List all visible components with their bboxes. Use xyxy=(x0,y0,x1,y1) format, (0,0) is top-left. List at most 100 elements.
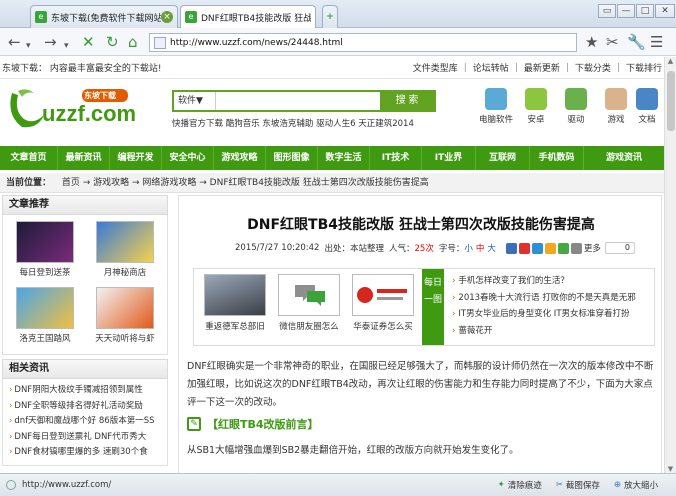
tab-title: 东坡下载(免费软件下载网站 xyxy=(51,13,161,24)
category-pc-software[interactable]: 电脑软件 xyxy=(476,88,516,125)
nav-it-tech[interactable]: IT技术 xyxy=(370,146,422,170)
vertical-scrollbar[interactable]: ▲ ▼ xyxy=(664,57,676,473)
screenshot-button[interactable]: 截图保存 xyxy=(566,479,600,491)
font-medium-link[interactable]: 中 xyxy=(476,242,485,254)
site-top-strip: 东坡下载： 内容最丰富最安全的下载站! 文件类型库 | 论坛转帖 | 最新更新 … xyxy=(0,57,664,79)
list-item[interactable]: › DNF阴阳大极纹手镯减招领到属性 xyxy=(9,383,161,399)
recommend-thumb[interactable]: 月神秘商店 xyxy=(95,221,155,278)
featured-item[interactable]: 重返德军总部旧 xyxy=(202,274,268,332)
breadcrumb-path[interactable]: 首页 → 游戏攻略 → 网络游戏攻略 → DNF红眼TB4技能改版 狂战士第四次… xyxy=(62,178,429,188)
toplink-category[interactable]: 下载分类 xyxy=(575,61,611,74)
nav-graphics[interactable]: 图形图像 xyxy=(266,146,318,170)
nav-article-home[interactable]: 文章首页 xyxy=(0,146,58,170)
status-bar: http://www.uzzf.com/ ✦ 清除痕迹 ✂ 截图保存 ⊕ 放大缩… xyxy=(0,473,676,496)
search-button[interactable]: 搜 索 xyxy=(380,92,434,110)
font-large-link[interactable]: 大 xyxy=(487,242,496,254)
scroll-down-icon[interactable]: ▼ xyxy=(665,465,676,473)
forward-arrow-icon[interactable]: → xyxy=(44,33,57,51)
restore-icon[interactable]: ▭ xyxy=(598,4,616,18)
close-tab-icon[interactable]: × xyxy=(161,11,173,23)
zoom-button[interactable]: 放大缩小 xyxy=(624,479,658,491)
share-more-icon[interactable] xyxy=(570,242,582,254)
menu-icon[interactable]: ☰ xyxy=(650,33,663,51)
nav-digital-life[interactable]: 数字生活 xyxy=(318,146,370,170)
article-title: DNF红眼TB4技能改版 狂战士第四次改版技能伤害提高 xyxy=(247,217,595,233)
font-small-link[interactable]: 小 xyxy=(464,242,473,254)
search-category-select[interactable]: 软件▼ xyxy=(174,92,216,110)
scissors-icon[interactable]: ✂ xyxy=(606,33,619,51)
screenshot-icon: ✂ xyxy=(555,480,563,490)
share-tweibo-icon[interactable] xyxy=(531,242,543,254)
share-wechat-icon[interactable] xyxy=(557,242,569,254)
hot-search-links[interactable]: 快播官方下载 酷狗音乐 东坡浩克辅助 驱动人生6 天正建筑2014 xyxy=(172,117,414,129)
nav-internet[interactable]: 互联网 xyxy=(476,146,530,170)
recommend-thumb[interactable]: 天天动听将与虾 xyxy=(95,287,155,344)
daily-list: › 手机怎样改变了我们的生活？ › 2013春晚十大流行语 打败你的不是天真是无邪 … xyxy=(452,273,636,339)
clear-traces-button[interactable]: 清除痕迹 xyxy=(508,479,542,491)
toplink-latest[interactable]: 最新更新 xyxy=(524,61,560,74)
site-favicon-icon: e xyxy=(35,11,47,23)
nav-game-guides[interactable]: 游戏攻略 xyxy=(214,146,266,170)
featured-item[interactable]: 微信朋友圈怎么 xyxy=(276,274,342,332)
share-qzone-icon[interactable] xyxy=(505,242,517,254)
nav-latest-news[interactable]: 最新资讯 xyxy=(58,146,110,170)
minimize-icon[interactable]: — xyxy=(617,4,635,18)
search-input[interactable] xyxy=(216,92,380,110)
maximize-icon[interactable]: □ xyxy=(636,4,654,18)
nav-game-news[interactable]: 游戏资讯 xyxy=(584,146,664,170)
share-weibo-icon[interactable] xyxy=(518,242,530,254)
recommend-thumb[interactable]: 每日登到送茶 xyxy=(15,221,75,278)
list-item[interactable]: › DNF全职等级排名得好礼活动奖励 xyxy=(9,399,161,415)
wrench-icon[interactable]: 🔧 xyxy=(627,33,646,51)
back-arrow-icon[interactable]: ← xyxy=(8,33,21,51)
article-date: 2015/7/27 10:20:42 xyxy=(235,243,320,253)
category-drivers[interactable]: 驱动 xyxy=(556,88,596,125)
forward-dropdown-icon[interactable]: ▾ xyxy=(64,37,69,55)
thumb-image xyxy=(96,221,154,263)
nav-programming[interactable]: 编程开发 xyxy=(110,146,162,170)
close-window-icon[interactable]: ✕ xyxy=(655,4,675,18)
toplink-forum[interactable]: 论坛转帖 xyxy=(473,61,509,74)
refresh-icon[interactable]: ↻ xyxy=(106,33,119,51)
site-logo[interactable]: uzzf.com 东坡下载 xyxy=(4,85,164,133)
list-item[interactable]: › DNF食材镐哪里爆的多 速刷30个食 xyxy=(9,445,161,461)
category-android[interactable]: 安卓 xyxy=(516,88,556,125)
list-item[interactable]: › 2013春晚十大流行语 打败你的不是天真是无邪 xyxy=(452,290,636,307)
list-item[interactable]: › 蔷薇花开 xyxy=(452,323,636,340)
share-more-link[interactable]: 更多 xyxy=(584,242,601,254)
like-count[interactable]: 0 xyxy=(604,242,635,254)
globe-icon xyxy=(6,480,16,490)
category-docs[interactable]: 文档 xyxy=(632,88,662,125)
broom-icon: ✦ xyxy=(497,480,505,490)
home-icon[interactable]: ⌂ xyxy=(128,33,138,51)
favorite-star-icon[interactable]: ★ xyxy=(585,33,598,51)
nav-it-industry[interactable]: IT业界 xyxy=(422,146,476,170)
list-item[interactable]: › DNF每日登到送票礼 DNF代币秀大 xyxy=(9,430,161,446)
tab-dongpo-home[interactable]: e 东坡下载(免费软件下载网站 × xyxy=(30,5,178,28)
related-header: 相关资讯 xyxy=(2,359,168,379)
recommend-thumb[interactable]: 洛克王国踏风 xyxy=(15,287,75,344)
back-dropdown-icon[interactable]: ▾ xyxy=(26,37,31,55)
nav-security[interactable]: 安全中心 xyxy=(162,146,214,170)
category-games[interactable]: 游戏 xyxy=(596,88,636,125)
scroll-thumb[interactable] xyxy=(667,71,675,131)
list-item[interactable]: › dnf天御和魔战哪个好 86版本第一SS xyxy=(9,414,161,430)
featured-item[interactable]: 华泰证券怎么买 xyxy=(350,274,416,332)
toplink-filetype[interactable]: 文件类型库 xyxy=(413,61,458,74)
list-item[interactable]: › IT男女毕业后的身型变化 IT男女标准穿着打扮 xyxy=(452,306,636,323)
tab-current-article[interactable]: e DNF红眼TB4技能改版 狂战士 xyxy=(180,5,316,28)
nav-mobile[interactable]: 手机数码 xyxy=(530,146,584,170)
sidebar: 文章推荐 每日登到送茶 月神秘商店 洛克王国踏风 天天动听将与虾 相关资讯 › D… xyxy=(2,195,168,473)
computer-icon xyxy=(485,88,507,110)
search-box: 软件▼ 搜 索 xyxy=(172,90,436,112)
address-bar[interactable]: http://www.uzzf.com/news/24448.html xyxy=(149,33,577,52)
scroll-up-icon[interactable]: ▲ xyxy=(665,57,676,65)
new-tab-button[interactable]: + xyxy=(322,5,338,28)
android-icon xyxy=(525,88,547,110)
thumb-image xyxy=(16,287,74,329)
share-renren-icon[interactable] xyxy=(544,242,556,254)
list-item[interactable]: › 手机怎样改变了我们的生活？ xyxy=(452,273,636,290)
toplink-ranking[interactable]: 下载排行 xyxy=(626,61,662,74)
stop-icon[interactable]: ✕ xyxy=(82,33,95,51)
logo-text: uzzf.com xyxy=(42,101,137,126)
